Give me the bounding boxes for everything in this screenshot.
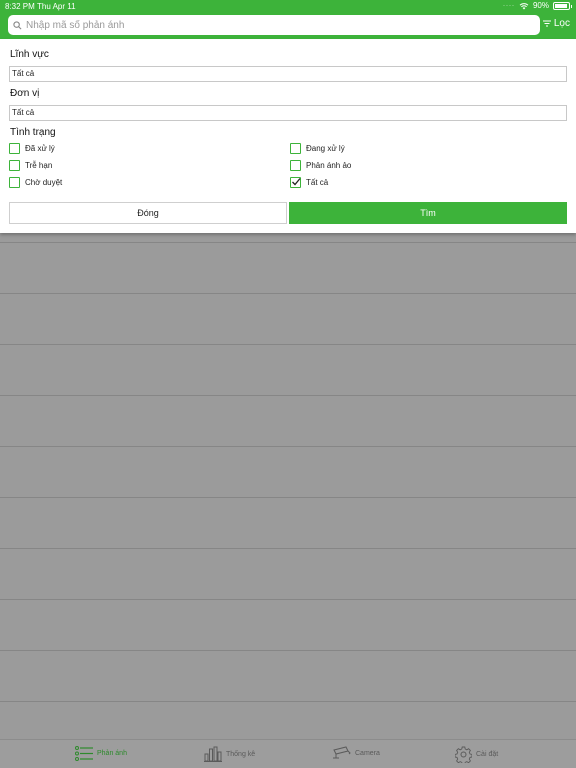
list-divider xyxy=(0,548,576,549)
list-divider xyxy=(0,344,576,345)
tab-cai-dat[interactable]: Cài đặt xyxy=(455,746,498,763)
tab-label: Cài đặt xyxy=(476,751,499,758)
list-divider xyxy=(0,293,576,294)
status-label: Tình trạng xyxy=(10,127,56,138)
status-right: ···· 90% xyxy=(502,1,572,10)
filter-label: Lọc xyxy=(553,18,570,29)
checkbox-label: Phản ánh ảo xyxy=(306,161,352,170)
wifi-icon xyxy=(519,2,529,9)
tab-thong-ke[interactable]: Thống kê xyxy=(204,746,255,762)
checkbox-label: Chờ duyệt xyxy=(25,178,63,187)
tab-camera[interactable]: Camera xyxy=(332,746,380,760)
search-input[interactable] xyxy=(26,19,526,31)
checkbox-box[interactable] xyxy=(290,177,301,188)
top-bar: 8:32 PM Thu Apr 11 ···· 90% Lọc xyxy=(0,0,576,39)
field-label: Lĩnh vực xyxy=(10,49,49,60)
signal-dots-icon: ···· xyxy=(502,2,515,9)
checkmark-icon xyxy=(292,178,301,186)
battery-percent: 90% xyxy=(532,1,549,10)
checkbox-label: Đang xử lý xyxy=(306,144,345,153)
list-divider xyxy=(0,446,576,447)
close-button[interactable]: Đóng xyxy=(9,202,287,224)
tab-label: Phản ánh xyxy=(97,750,127,757)
unit-label: Đơn vị xyxy=(10,88,40,99)
gear-icon xyxy=(455,746,472,763)
list-divider xyxy=(0,242,576,243)
list-icon xyxy=(75,746,93,761)
camera-icon xyxy=(333,746,351,759)
checkbox-tat-ca[interactable]: Tất cả xyxy=(290,177,328,188)
checkbox-box[interactable] xyxy=(290,160,301,171)
status-date: Thu Apr 11 xyxy=(37,2,76,11)
search-button[interactable]: Tìm xyxy=(289,202,567,224)
checkbox-dang-xu-ly[interactable]: Đang xử lý xyxy=(290,143,345,154)
tab-label: Camera xyxy=(355,749,380,757)
checkbox-cho-duyet[interactable]: Chờ duyệt xyxy=(9,177,62,188)
status-bar: 8:32 PM Thu Apr 11 ···· 90% xyxy=(0,0,576,12)
chart-icon xyxy=(204,746,222,762)
filter-icon xyxy=(542,20,551,27)
tab-label: Thống kê xyxy=(226,750,256,758)
field-select[interactable]: Tất cả xyxy=(9,66,567,82)
filter-panel: Lĩnh vực Tất cả Đơn vị Tất cả Tình trạng… xyxy=(0,39,576,233)
battery-icon xyxy=(553,1,572,10)
list-divider xyxy=(0,395,576,396)
checkbox-label: Đã xử lý xyxy=(25,144,55,153)
checkbox-da-xu-ly[interactable]: Đã xử lý xyxy=(9,143,55,154)
checkbox-box[interactable] xyxy=(9,143,20,154)
list-divider xyxy=(0,701,576,702)
tab-bar: Phản ánh Thống kê Camera Cài đặt xyxy=(0,739,576,768)
status-time: 8:32 PM xyxy=(5,2,35,11)
list-divider xyxy=(0,497,576,498)
checkbox-box[interactable] xyxy=(290,143,301,154)
search-icon xyxy=(13,20,22,29)
filter-button[interactable]: Lọc xyxy=(542,18,570,29)
checkbox-label: Tất cả xyxy=(306,178,329,187)
unit-select[interactable]: Tất cả xyxy=(9,105,567,121)
checkbox-tre-han[interactable]: Trễ hạn xyxy=(9,160,52,171)
checkbox-box[interactable] xyxy=(9,177,20,188)
checkbox-box[interactable] xyxy=(9,160,20,171)
checkbox-phan-anh-ao[interactable]: Phản ánh ảo xyxy=(290,160,351,171)
list-divider xyxy=(0,650,576,651)
search-bar[interactable] xyxy=(8,15,540,35)
list-divider xyxy=(0,599,576,600)
tab-phan-anh[interactable]: Phản ánh xyxy=(75,746,127,761)
checkbox-label: Trễ hạn xyxy=(25,161,53,170)
